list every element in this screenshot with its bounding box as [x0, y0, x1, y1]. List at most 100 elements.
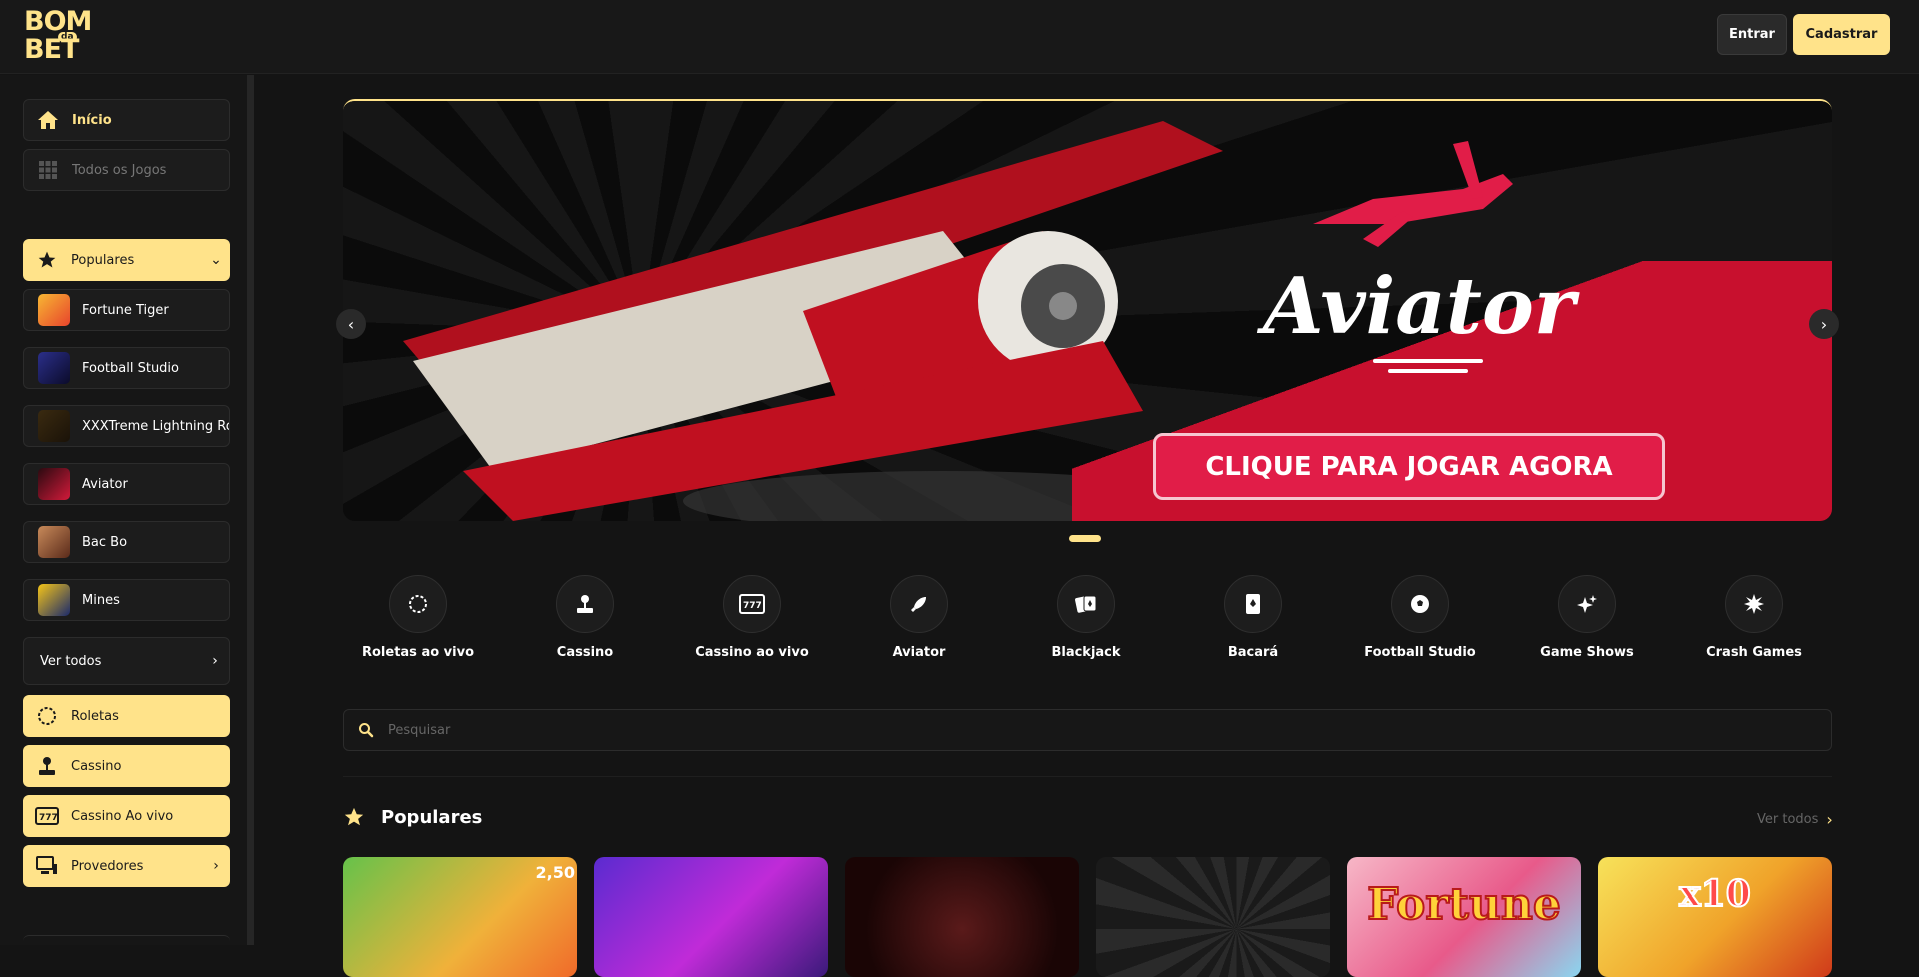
section-divider [343, 776, 1832, 777]
sidebar-item-label: Cassino Ao vivo [71, 808, 174, 824]
sidebar-item-label: Fortune Tiger [82, 302, 169, 318]
game-thumbnail [38, 294, 70, 326]
sidebar-item-home[interactable]: Início [23, 99, 230, 141]
banner-brand-title: Aviator [1263, 261, 1575, 352]
category-game-shows[interactable]: Game Shows [1512, 575, 1662, 660]
category-label: Cassino [556, 645, 614, 660]
chevron-right-icon: › [1820, 314, 1828, 334]
game-thumbnail [38, 526, 70, 558]
logo-line-1: BOM [24, 6, 92, 37]
category-label: Game Shows [1540, 645, 1634, 660]
category-label: Cassino ao vivo [695, 645, 809, 660]
category-aviator[interactable]: Aviator [844, 575, 994, 660]
search-icon [344, 722, 388, 738]
aviator-plane-logo [1313, 141, 1513, 247]
grid-icon [24, 161, 72, 179]
game-card[interactable]: 2,50 [343, 857, 577, 977]
svg-text:777: 777 [743, 601, 762, 611]
brand-underline [1373, 359, 1483, 363]
banner-prev-button[interactable]: ‹ [336, 309, 366, 339]
game-card-text: x10 [1678, 872, 1752, 916]
chevron-down-icon: ⌄ [210, 252, 222, 268]
game-card-text: 2,50 [535, 863, 575, 882]
login-button[interactable]: Entrar [1717, 14, 1787, 55]
burst-icon [1725, 575, 1783, 633]
category-label: Bacará [1227, 645, 1279, 660]
sidebar-divider [23, 935, 230, 945]
bombet-logo[interactable]: BOM da BET [24, 6, 108, 64]
sidebar-section-cassino[interactable]: Cassino [23, 745, 230, 787]
provider-icon [23, 856, 71, 876]
game-card[interactable]: x10 [1598, 857, 1832, 977]
category-label: Roletas ao vivo [361, 645, 475, 660]
sidebar-game-fortune-tiger[interactable]: Fortune Tiger [23, 289, 230, 331]
sidebar-game-aviator[interactable]: Aviator [23, 463, 230, 505]
sidebar-item-label: Ver todos [40, 653, 102, 669]
sidebar-section-roletas[interactable]: Roletas [23, 695, 230, 737]
card-spade-icon [1224, 575, 1282, 633]
play-now-button[interactable]: CLIQUE PARA JOGAR AGORA [1153, 433, 1665, 500]
category-cassino-ao-vivo[interactable]: 777 Cassino ao vivo [677, 575, 827, 660]
sidebar-item-label: Mines [82, 592, 120, 608]
sidebar-item-all-games[interactable]: Todos os Jogos [23, 149, 230, 191]
category-label: Blackjack [1051, 645, 1121, 660]
chevron-left-icon: ‹ [347, 314, 355, 334]
category-blackjack[interactable]: Blackjack [1011, 575, 1161, 660]
game-card[interactable]: Fortune [1347, 857, 1581, 977]
sidebar-game-bac-bo[interactable]: Bac Bo [23, 521, 230, 563]
soccer-ball-icon [1391, 575, 1449, 633]
sidebar-item-label: Provedores [71, 858, 144, 874]
roulette-icon [23, 706, 71, 726]
signup-button[interactable]: Cadastrar [1793, 14, 1890, 55]
game-card[interactable] [1096, 857, 1330, 977]
search-input[interactable] [388, 722, 1831, 738]
chevron-right-icon: › [1826, 810, 1833, 829]
sidebar-item-label: Football Studio [82, 360, 179, 376]
game-card[interactable] [594, 857, 828, 977]
sidebar-popular-toggle[interactable]: Populares ⌄ [23, 239, 230, 281]
cards-icon [1057, 575, 1115, 633]
sidebar-item-label: Aviator [82, 476, 128, 492]
sidebar-item-label: Todos os Jogos [72, 162, 167, 178]
star-icon [344, 807, 364, 826]
sidebar-game-football-studio[interactable]: Football Studio [23, 347, 230, 389]
game-card[interactable] [845, 857, 1079, 977]
sidebar-section-cassino-ao-vivo[interactable]: 777 Cassino Ao vivo [23, 795, 230, 837]
carousel-indicator[interactable] [1069, 535, 1101, 542]
sidebar-game-mines[interactable]: Mines [23, 579, 230, 621]
sidebar-item-label: Cassino [71, 758, 122, 774]
section-title-text: Populares [381, 806, 483, 828]
top-bar: BOM da BET Entrar Cadastrar [0, 0, 1919, 74]
joystick-icon [556, 575, 614, 633]
joystick-icon [23, 756, 71, 776]
brand-underline [1388, 369, 1468, 373]
sidebar-item-label: XXXTreme Lightning Ro [82, 418, 229, 434]
hero-banner[interactable]: Aviator CLIQUE PARA JOGAR AGORA [343, 99, 1832, 521]
category-football-studio[interactable]: Football Studio [1345, 575, 1495, 660]
category-bacara[interactable]: Bacará [1178, 575, 1328, 660]
sidebar-game-xxxtreme-lightning[interactable]: XXXTreme Lightning Ro [23, 405, 230, 447]
game-thumbnail [38, 468, 70, 500]
game-thumbnail [38, 352, 70, 384]
sidebar-item-label: Populares [71, 252, 135, 268]
rocket-icon [890, 575, 948, 633]
sidebar-see-all[interactable]: Ver todos › [23, 637, 230, 685]
category-shortcuts: Roletas ao vivo Cassino 777 Cassino ao v… [343, 575, 1832, 665]
star-icon [23, 250, 71, 270]
sidebar-item-label: Roletas [71, 708, 119, 724]
category-label: Football Studio [1364, 645, 1476, 660]
banner-next-button[interactable]: › [1809, 309, 1839, 339]
category-crash-games[interactable]: Crash Games [1679, 575, 1829, 660]
sparkle-icon [1558, 575, 1616, 633]
category-roletas-ao-vivo[interactable]: Roletas ao vivo [343, 575, 493, 660]
roulette-icon [389, 575, 447, 633]
sidebar-section-provedores[interactable]: Provedores › [23, 845, 230, 887]
chevron-right-icon: › [212, 653, 218, 669]
sidebar: Início Todos os Jogos Populares ⌄ Fortun… [0, 75, 254, 945]
sidebar-item-label: Bac Bo [82, 534, 128, 550]
game-search-box[interactable] [343, 709, 1832, 751]
category-cassino[interactable]: Cassino [510, 575, 660, 660]
popular-see-all-link[interactable]: Ver todos › [1757, 810, 1833, 829]
game-thumbnail [38, 584, 70, 616]
category-label: Crash Games [1706, 645, 1802, 660]
